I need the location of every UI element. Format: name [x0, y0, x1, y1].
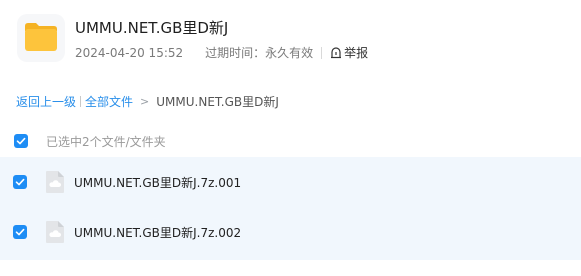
back-link[interactable]: 返回上一级 [16, 93, 76, 110]
share-date: 2024-04-20 15:52 [75, 45, 184, 60]
breadcrumb: 返回上一级 全部文件 > UMMU.NET.GB里D新J [16, 93, 279, 110]
file-row[interactable]: UMMU.NET.GB里D新J.7z.001 [0, 157, 581, 207]
expire-label: 过期时间：永久有效 [205, 46, 314, 60]
breadcrumb-divider [80, 96, 82, 107]
folder-icon [17, 14, 65, 62]
checkmark-icon [16, 137, 26, 145]
all-files-link[interactable]: 全部文件 [85, 93, 133, 110]
share-title: UMMU.NET.GB里D新J [75, 19, 229, 37]
select-all-checkbox[interactable] [14, 134, 28, 148]
file-name[interactable]: UMMU.NET.GB里D新J.7z.001 [74, 174, 241, 191]
report-button[interactable]: 举报 [330, 44, 368, 61]
file-list: UMMU.NET.GB里D新J.7z.001 UMMU.NET.GB里D新J.7… [0, 157, 581, 260]
cloud-file-icon [45, 220, 65, 244]
file-checkbox[interactable] [13, 225, 27, 239]
select-all-row: 已选中2个文件/文件夹 [0, 124, 581, 158]
share-header: UMMU.NET.GB里D新J 2024-04-20 15:52 过期时间：永久… [17, 14, 577, 64]
checkmark-icon [15, 228, 25, 236]
breadcrumb-arrow: > [140, 95, 150, 108]
cloud-file-icon [45, 170, 65, 194]
report-icon [331, 46, 342, 58]
breadcrumb-current: UMMU.NET.GB里D新J [156, 95, 279, 109]
share-meta: 2024-04-20 15:52 过期时间：永久有效 举报 [75, 44, 368, 61]
file-name[interactable]: UMMU.NET.GB里D新J.7z.002 [74, 224, 241, 241]
file-checkbox[interactable] [13, 175, 27, 189]
selection-summary: 已选中2个文件/文件夹 [46, 134, 166, 149]
checkmark-icon [15, 178, 25, 186]
share-page: UMMU.NET.GB里D新J 2024-04-20 15:52 过期时间：永久… [0, 0, 581, 276]
meta-divider [321, 46, 323, 59]
report-label: 举报 [344, 46, 369, 60]
file-row[interactable]: UMMU.NET.GB里D新J.7z.002 [0, 207, 581, 257]
